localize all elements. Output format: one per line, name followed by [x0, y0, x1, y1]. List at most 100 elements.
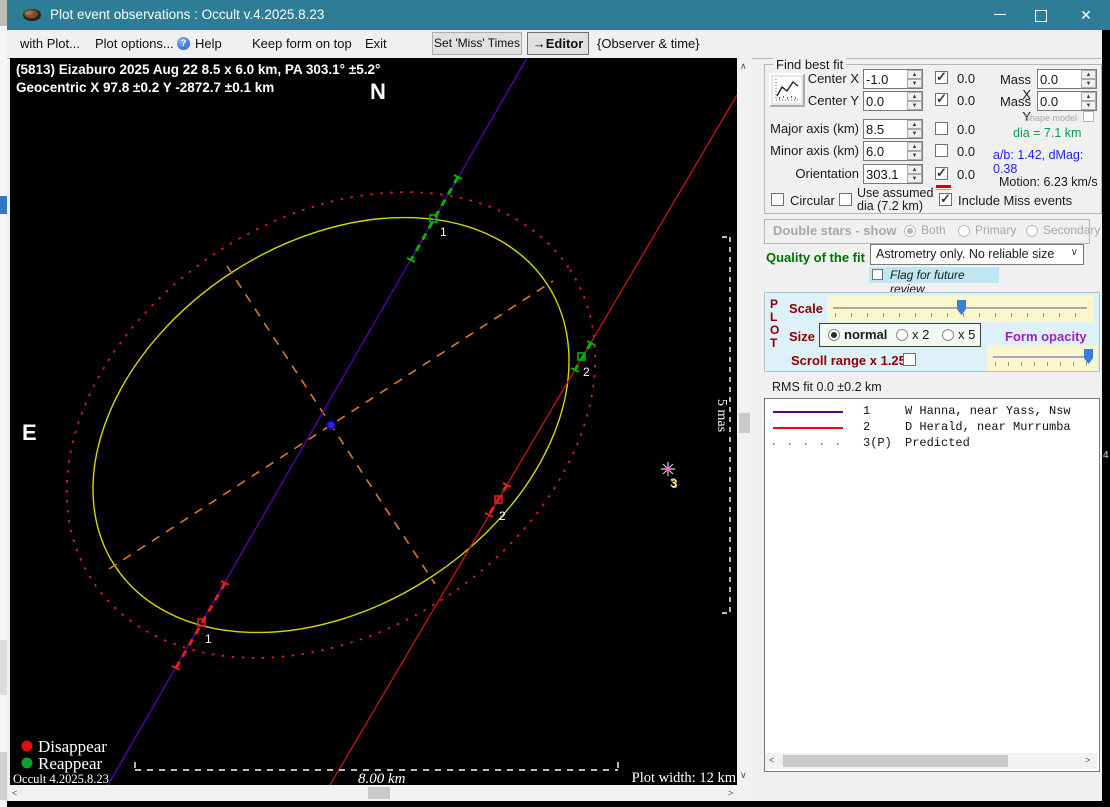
center-y-fix-checkbox[interactable]: [935, 91, 948, 107]
menu-plot-options[interactable]: Plot options...: [95, 36, 174, 51]
app-icon: [23, 9, 41, 21]
ellipse-center-marker: [326, 420, 336, 430]
screen: Plot event observations : Occult v.4.202…: [0, 0, 1110, 807]
scroll-left-icon[interactable]: <: [769, 756, 774, 766]
size-radio-normal[interactable]: [828, 329, 840, 341]
minimize-button[interactable]: [985, 0, 1015, 30]
form-opacity-slider[interactable]: [987, 345, 1097, 371]
observer-2-line-swatch: [773, 427, 843, 429]
spin-down-icon[interactable]: ▼: [907, 79, 922, 88]
quality-label: Quality of the fit: [766, 250, 865, 265]
circular-checkbox[interactable]: [771, 193, 784, 206]
use-assumed-checkbox[interactable]: [839, 193, 852, 206]
spin-up-icon[interactable]: ▲: [907, 92, 922, 101]
spin-down-icon[interactable]: ▼: [907, 101, 922, 110]
mass-y-input[interactable]: [1038, 92, 1081, 110]
motion-text: Motion: 6.23 km/s: [999, 175, 1098, 189]
north-label: N: [370, 79, 386, 104]
uncertainty-ellipse: [65, 191, 597, 659]
center-x-fix-checkbox[interactable]: [935, 69, 948, 85]
scroll-right-icon[interactable]: >: [1085, 756, 1090, 766]
plot-vscrollbar[interactable]: ∧ ∨: [737, 58, 752, 785]
editor-button[interactable]: →Editor: [527, 32, 589, 55]
chevron-down-icon[interactable]: ∨: [1071, 247, 1078, 258]
shape-model-checkbox[interactable]: [1083, 111, 1094, 122]
form-opacity-track[interactable]: [993, 356, 1091, 359]
plot-hscrollbar[interactable]: < >: [8, 785, 752, 801]
plot-vscroll-thumb[interactable]: [739, 413, 750, 433]
spin-up-icon[interactable]: ▲: [1081, 70, 1096, 79]
scale-label: Scale: [789, 301, 823, 316]
chord-2-path[interactable]: [329, 94, 738, 786]
menu-with-plot[interactable]: with Plot...: [20, 36, 80, 51]
double-stars-radio-primary[interactable]: [958, 225, 970, 237]
spin-up-icon[interactable]: ▲: [907, 70, 922, 79]
maximize-button[interactable]: [1025, 0, 1055, 30]
mas-scale-label: 5 mas: [714, 399, 729, 432]
observer-time-label: {Observer & time}: [597, 36, 700, 51]
spin-down-icon[interactable]: ▼: [907, 151, 922, 160]
spin-up-icon[interactable]: ▲: [907, 165, 922, 174]
observer-list-hscroll-thumb[interactable]: [783, 755, 1008, 767]
spin-up-icon[interactable]: ▲: [907, 120, 922, 129]
spin-down-icon[interactable]: ▼: [1081, 101, 1096, 110]
center-x-fix-value: 0.0: [957, 71, 976, 86]
titlebar: Plot event observations : Occult v.4.202…: [7, 0, 1110, 30]
spin-down-icon[interactable]: ▼: [907, 129, 922, 138]
menu-keep-on-top[interactable]: Keep form on top: [252, 36, 352, 51]
quality-combobox[interactable]: Astrometry only. No reliable size ∨: [870, 244, 1084, 265]
double-stars-radio-both[interactable]: [904, 225, 916, 237]
center-y-input[interactable]: [864, 92, 907, 110]
spin-down-icon[interactable]: ▼: [907, 174, 922, 183]
spin-down-icon[interactable]: ▼: [1081, 79, 1096, 88]
minor-axis-input[interactable]: [864, 142, 907, 160]
close-button[interactable]: ✕: [1069, 0, 1103, 30]
form-opacity-ticks: [995, 362, 1091, 366]
plot-hscroll-thumb[interactable]: [368, 787, 390, 799]
km-scale-bar: [134, 762, 619, 771]
include-miss-checkbox[interactable]: [939, 191, 952, 207]
spin-up-icon[interactable]: ▲: [1081, 92, 1096, 101]
scale-slider[interactable]: [827, 296, 1093, 322]
scroll-down-icon[interactable]: ∨: [740, 770, 747, 780]
menu-help[interactable]: Help: [195, 36, 222, 51]
orientation-input[interactable]: [864, 165, 907, 183]
set-miss-times-button[interactable]: Set 'Miss' Times: [432, 32, 522, 55]
chord-1-path[interactable]: [107, 57, 528, 786]
window-title: Plot event observations : Occult v.4.202…: [50, 7, 325, 22]
observer-list[interactable]: 1 W Hanna, near Yass, Nsw 2 D Herald, ne…: [764, 398, 1100, 772]
observer-2-name[interactable]: D Herald, near Murrumba: [905, 420, 1071, 434]
chord1-disappear-label: 1: [205, 632, 212, 646]
double-stars-group: Double stars - show Both Primary Seconda…: [764, 219, 1100, 244]
spin-up-icon[interactable]: ▲: [907, 142, 922, 151]
dia-text: dia = 7.1 km: [1013, 126, 1082, 140]
double-stars-radio-secondary[interactable]: [1026, 225, 1038, 237]
double-stars-both-label: Both: [921, 223, 946, 237]
observer-list-hscrollbar[interactable]: < >: [765, 753, 1097, 769]
observer-1-number: 1: [863, 404, 871, 418]
orientation-spinner: ▲▼: [863, 164, 923, 184]
major-axis-spinner: ▲▼: [863, 119, 923, 139]
rms-fit-label: RMS fit 0.0 ±0.2 km: [772, 380, 882, 394]
chord1-reappear-label: 1: [440, 225, 447, 239]
mass-x-input[interactable]: [1038, 70, 1081, 88]
minor-axis-fix-checkbox[interactable]: [935, 144, 948, 157]
scroll-right-icon[interactable]: >: [728, 788, 733, 798]
orientation-fix-checkbox[interactable]: [935, 165, 948, 181]
orientation-fix-value: 0.0: [957, 167, 976, 182]
major-axis-input[interactable]: [864, 120, 907, 138]
observer-2-number: 2: [863, 420, 871, 434]
plot-area[interactable]: 1 1 2 2 3 3 5 mas 8.00 km Plot width: 12…: [10, 57, 738, 787]
observer-1-name[interactable]: W Hanna, near Yass, Nsw: [905, 404, 1071, 418]
menu-exit[interactable]: Exit: [365, 36, 387, 51]
scroll-left-icon[interactable]: <: [12, 788, 17, 798]
size-radio-x2[interactable]: [896, 329, 908, 341]
scroll-up-icon[interactable]: ∧: [740, 61, 747, 71]
flag-review-checkbox[interactable]: [872, 269, 883, 280]
minimize-icon: [994, 14, 1006, 15]
observer-3-name[interactable]: Predicted: [905, 436, 970, 450]
center-x-input[interactable]: [864, 70, 907, 88]
size-radio-x5[interactable]: [942, 329, 954, 341]
scroll-range-checkbox[interactable]: [903, 353, 916, 366]
major-axis-fix-checkbox[interactable]: [935, 122, 948, 135]
